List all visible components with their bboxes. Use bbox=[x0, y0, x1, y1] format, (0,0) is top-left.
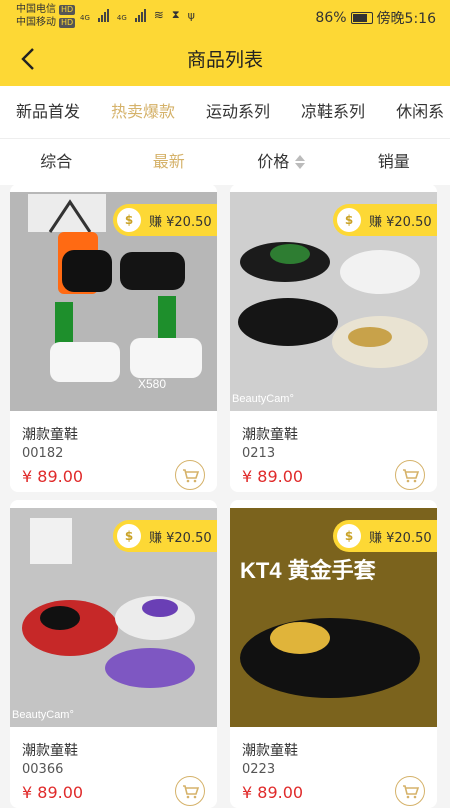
cart-icon[interactable] bbox=[395, 460, 425, 490]
hd-badge-2: HD bbox=[59, 18, 75, 28]
sort-default[interactable]: 综合 bbox=[0, 139, 113, 185]
wifi-icon: ≋ bbox=[154, 8, 164, 22]
signal-icon-2 bbox=[135, 9, 146, 22]
tab-hot-sale[interactable]: 热卖爆款 bbox=[95, 86, 190, 138]
product-price: ¥ 89.00 bbox=[242, 467, 303, 486]
product-card[interactable]: BeautyCam° $ 赚 ¥20.50 潮款童鞋 0213 ¥ 89.00 bbox=[230, 184, 437, 492]
product-card[interactable]: X580 $ 赚 ¥20.50 潮款童鞋 00182 ¥ 89.00 bbox=[10, 184, 217, 492]
carrier-1: 中国电信 bbox=[16, 3, 56, 16]
carrier-info: 中国电信HD 中国移动HD bbox=[16, 3, 75, 29]
image-watermark: X580 bbox=[138, 377, 166, 391]
battery-percent: 86% bbox=[315, 10, 346, 26]
status-bar: 中国电信HD 中国移动HD 4G 4G ≋ ⧗ ψ 86% 傍晚5:16 bbox=[0, 0, 450, 34]
hd-badge-1: HD bbox=[59, 5, 75, 15]
commission-badge: $ 赚 ¥20.50 bbox=[333, 204, 437, 236]
sort-sales[interactable]: 销量 bbox=[338, 139, 450, 185]
commission-text: 赚 ¥20.50 bbox=[369, 211, 432, 230]
category-tabs: 新品首发 热卖爆款 运动系列 凉鞋系列 休闲系 bbox=[0, 86, 450, 138]
tab-new-arrivals[interactable]: 新品首发 bbox=[0, 86, 95, 138]
sort-bar: 综合 最新 价格 销量 bbox=[0, 138, 450, 185]
commission-badge: $ 赚 ¥20.50 bbox=[113, 204, 217, 236]
sort-default-label: 综合 bbox=[40, 139, 72, 185]
header-bar: 商品列表 bbox=[0, 34, 450, 86]
product-name: 潮款童鞋 bbox=[242, 740, 298, 760]
product-card[interactable]: BeautyCam° $ 赚 ¥20.50 潮款童鞋 00366 ¥ 89.00 bbox=[10, 500, 217, 808]
product-price: ¥ 89.00 bbox=[22, 467, 83, 486]
product-card[interactable]: KT4 黄金手套 $ 赚 ¥20.50 潮款童鞋 0223 ¥ 89.00 bbox=[230, 500, 437, 808]
cart-icon[interactable] bbox=[175, 776, 205, 806]
product-price: ¥ 89.00 bbox=[242, 783, 303, 802]
carrier-2: 中国移动 bbox=[16, 16, 56, 29]
battery-icon bbox=[351, 12, 373, 24]
sort-newest-label: 最新 bbox=[153, 139, 185, 185]
commission-text: 赚 ¥20.50 bbox=[369, 527, 432, 546]
tab-sports[interactable]: 运动系列 bbox=[190, 86, 285, 138]
usb-icon: ψ bbox=[188, 9, 195, 22]
product-code: 0213 bbox=[242, 446, 275, 461]
money-bag-icon: $ bbox=[337, 524, 361, 548]
image-watermark: BeautyCam° bbox=[232, 393, 294, 405]
network-type-2: 4G bbox=[117, 14, 127, 22]
money-bag-icon: $ bbox=[337, 208, 361, 232]
sort-newest[interactable]: 最新 bbox=[113, 139, 226, 185]
commission-text: 赚 ¥20.50 bbox=[149, 527, 212, 546]
product-name: 潮款童鞋 bbox=[22, 740, 78, 760]
clock: 傍晚5:16 bbox=[377, 8, 436, 28]
back-arrow-icon[interactable] bbox=[16, 46, 42, 72]
commission-badge: $ 赚 ¥20.50 bbox=[333, 520, 437, 552]
product-price: ¥ 89.00 bbox=[22, 783, 83, 802]
sort-price[interactable]: 价格 bbox=[225, 139, 338, 185]
money-bag-icon: $ bbox=[117, 208, 141, 232]
signal-icon bbox=[98, 9, 109, 22]
image-watermark: KT4 黄金手套 bbox=[240, 558, 376, 583]
image-watermark: BeautyCam° bbox=[12, 709, 74, 721]
cart-icon[interactable] bbox=[175, 460, 205, 490]
tab-casual[interactable]: 休闲系 bbox=[380, 86, 450, 138]
product-name: 潮款童鞋 bbox=[242, 424, 298, 444]
product-code: 0223 bbox=[242, 762, 275, 777]
product-name: 潮款童鞋 bbox=[22, 424, 78, 444]
sort-sales-label: 销量 bbox=[378, 139, 410, 185]
sort-price-label: 价格 bbox=[257, 139, 289, 185]
commission-text: 赚 ¥20.50 bbox=[149, 211, 212, 230]
product-code: 00366 bbox=[22, 762, 63, 777]
sort-arrows-icon bbox=[295, 155, 305, 169]
product-code: 00182 bbox=[22, 446, 63, 461]
commission-badge: $ 赚 ¥20.50 bbox=[113, 520, 217, 552]
network-type-1: 4G bbox=[80, 14, 90, 22]
cart-icon[interactable] bbox=[395, 776, 425, 806]
money-bag-icon: $ bbox=[117, 524, 141, 548]
hourglass-icon: ⧗ bbox=[172, 8, 180, 22]
status-right: 86% 傍晚5:16 bbox=[315, 8, 436, 28]
network-icons: 4G 4G ≋ ⧗ ψ bbox=[80, 8, 195, 22]
page-title: 商品列表 bbox=[0, 34, 450, 86]
tab-sandals[interactable]: 凉鞋系列 bbox=[285, 86, 380, 138]
